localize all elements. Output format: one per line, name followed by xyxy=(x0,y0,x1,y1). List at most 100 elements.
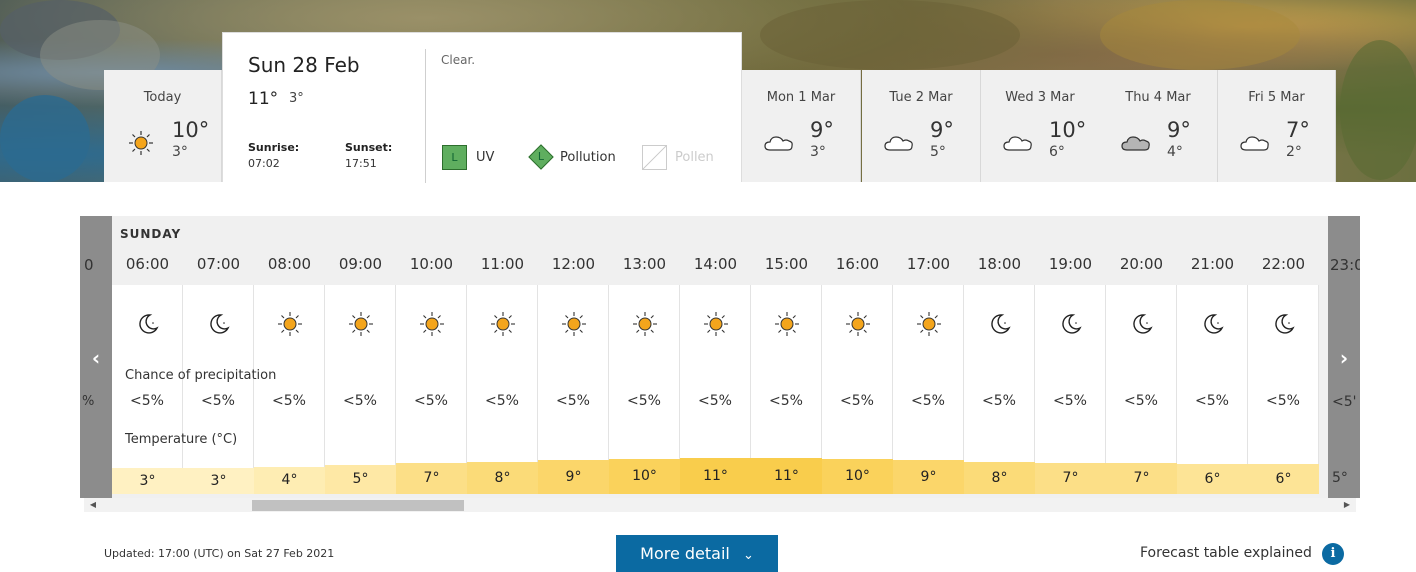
hour-column: 21:00 <5% 6° xyxy=(1177,216,1248,498)
hour-cell: <5% xyxy=(254,285,325,494)
uv-level-icon[interactable]: L xyxy=(442,145,467,170)
sun-icon xyxy=(846,312,870,336)
hour-cell: <5% xyxy=(1248,285,1319,494)
hour-column: 20:00 <5% 7° xyxy=(1106,216,1177,498)
day-tab[interactable]: Mon 1 Mar 9° 3° xyxy=(742,70,861,182)
precip-value: <5% xyxy=(911,393,945,409)
precip-value: <5% xyxy=(201,393,235,409)
uv-label[interactable]: UV xyxy=(476,150,494,165)
scroll-arrow-right-icon[interactable]: ▶ xyxy=(1340,498,1354,512)
temp-value: 4° xyxy=(254,467,325,494)
hour-time: 13:00 xyxy=(622,255,667,273)
precip-value: <5% xyxy=(414,393,448,409)
scrollbar-thumb[interactable] xyxy=(252,500,464,511)
precip-value: <5% xyxy=(272,393,306,409)
selected-high-temp: 11° xyxy=(248,89,279,109)
moon-icon xyxy=(1204,314,1224,334)
temp-value: 9° xyxy=(538,460,609,494)
low-temp: 6° xyxy=(1049,144,1065,160)
more-detail-label: More detail xyxy=(640,544,730,563)
hour-time: 14:00 xyxy=(693,255,738,273)
temp-value: 11° xyxy=(751,458,822,494)
high-temp: 9° xyxy=(930,118,954,142)
more-detail-button[interactable]: More detail ⌄ xyxy=(616,535,778,572)
scroll-left-button[interactable]: 0 ‹ % xyxy=(80,216,112,498)
hour-column: 16:00 <5% 10° xyxy=(822,216,893,498)
temp-value: 10° xyxy=(609,459,680,494)
moon-icon xyxy=(991,314,1011,334)
temp-value: 7° xyxy=(1106,463,1177,494)
temp-value: 3° xyxy=(183,468,254,494)
high-temp: 10° xyxy=(1049,118,1087,142)
hour-time: 21:00 xyxy=(1190,255,1235,273)
chevron-right-icon: › xyxy=(1339,346,1349,370)
precip-value: <5% xyxy=(840,393,874,409)
pollution-level-letter: L xyxy=(537,150,545,163)
sun-icon xyxy=(278,312,302,336)
cloud-icon xyxy=(884,136,913,151)
high-temp: 9° xyxy=(1167,118,1191,142)
precip-value: <5% xyxy=(556,393,590,409)
chevron-down-icon: ⌄ xyxy=(742,548,754,563)
sun-icon xyxy=(562,312,586,336)
pollen-label: Pollen xyxy=(675,150,714,165)
sunrise-time: 07:02 xyxy=(248,157,280,170)
hour-column: 08:00 <5% 4° xyxy=(254,216,325,498)
moon-icon xyxy=(1275,314,1295,334)
selected-date: Sun 28 Feb xyxy=(248,53,360,77)
sun-icon xyxy=(491,312,515,336)
hour-column: 09:00 <5% 5° xyxy=(325,216,396,498)
hour-cell: <5% xyxy=(325,285,396,494)
day-tab[interactable]: Wed 3 Mar 10° 6° xyxy=(981,70,1100,182)
day-tab-today[interactable]: Today 10° 3° xyxy=(104,70,222,182)
high-temp: 9° xyxy=(810,118,834,142)
forecast-table-explained-link[interactable]: Forecast table explained xyxy=(1140,545,1312,561)
hour-column: 17:00 <5% 9° xyxy=(893,216,964,498)
partial-precip-right: <5' xyxy=(1332,394,1357,410)
moon-icon xyxy=(139,314,159,334)
low-temp: 3° xyxy=(810,144,826,160)
hour-cell: <5% xyxy=(183,285,254,494)
partial-precip-left: % xyxy=(82,394,95,409)
hour-time: 12:00 xyxy=(551,255,596,273)
pollution-label[interactable]: Pollution xyxy=(560,150,616,165)
hour-time: 19:00 xyxy=(1048,255,1093,273)
precip-value: <5% xyxy=(1124,393,1158,409)
temp-value: 8° xyxy=(964,462,1035,494)
day-tab-label: Today xyxy=(143,90,182,105)
day-tab-label: Fri 5 Mar xyxy=(1248,90,1305,105)
partial-time-right: 23:0 xyxy=(1330,256,1360,274)
hour-column: 07:00 <5% 3° xyxy=(183,216,254,498)
sun-icon xyxy=(704,312,728,336)
grey-cloud-icon xyxy=(1121,136,1150,151)
day-tab-label: Thu 4 Mar xyxy=(1125,90,1191,105)
cloud-icon xyxy=(1240,136,1269,151)
selected-low-temp: 3° xyxy=(289,91,304,106)
horizontal-scrollbar[interactable]: ◀ ▶ xyxy=(84,498,1356,512)
precip-row-label: Chance of precipitation xyxy=(125,368,277,383)
hour-column: 06:00 <5% 3° xyxy=(112,216,183,498)
scroll-arrow-left-icon[interactable]: ◀ xyxy=(86,498,100,512)
scroll-right-button[interactable]: 23:0 › <5' 5° xyxy=(1328,216,1360,498)
sunrise-label: Sunrise: xyxy=(248,141,300,154)
hour-time: 17:00 xyxy=(906,255,951,273)
sun-icon xyxy=(129,131,153,155)
info-icon[interactable]: i xyxy=(1322,543,1344,565)
selected-day-card: Sun 28 Feb 11° 3° Sunrise: 07:02 Sunset:… xyxy=(222,32,742,183)
precip-value: <5% xyxy=(485,393,519,409)
temp-value: 7° xyxy=(1035,463,1106,494)
hour-column: 15:00 <5% 11° xyxy=(751,216,822,498)
sun-icon xyxy=(775,312,799,336)
day-tab[interactable]: Tue 2 Mar 9° 5° xyxy=(862,70,981,182)
hour-column: 19:00 <5% 7° xyxy=(1035,216,1106,498)
moon-icon xyxy=(1062,314,1082,334)
temp-value: 6° xyxy=(1177,464,1248,494)
hour-time: 15:00 xyxy=(764,255,809,273)
sunset-label: Sunset: xyxy=(345,141,393,154)
day-tab[interactable]: Fri 5 Mar 7° 2° xyxy=(1218,70,1336,182)
hour-time: 18:00 xyxy=(977,255,1022,273)
temp-value: 3° xyxy=(112,468,183,494)
day-tab[interactable]: Thu 4 Mar 9° 4° xyxy=(1099,70,1218,182)
hour-cell: <5% xyxy=(1177,285,1248,494)
weather-summary: Clear. xyxy=(441,53,476,67)
